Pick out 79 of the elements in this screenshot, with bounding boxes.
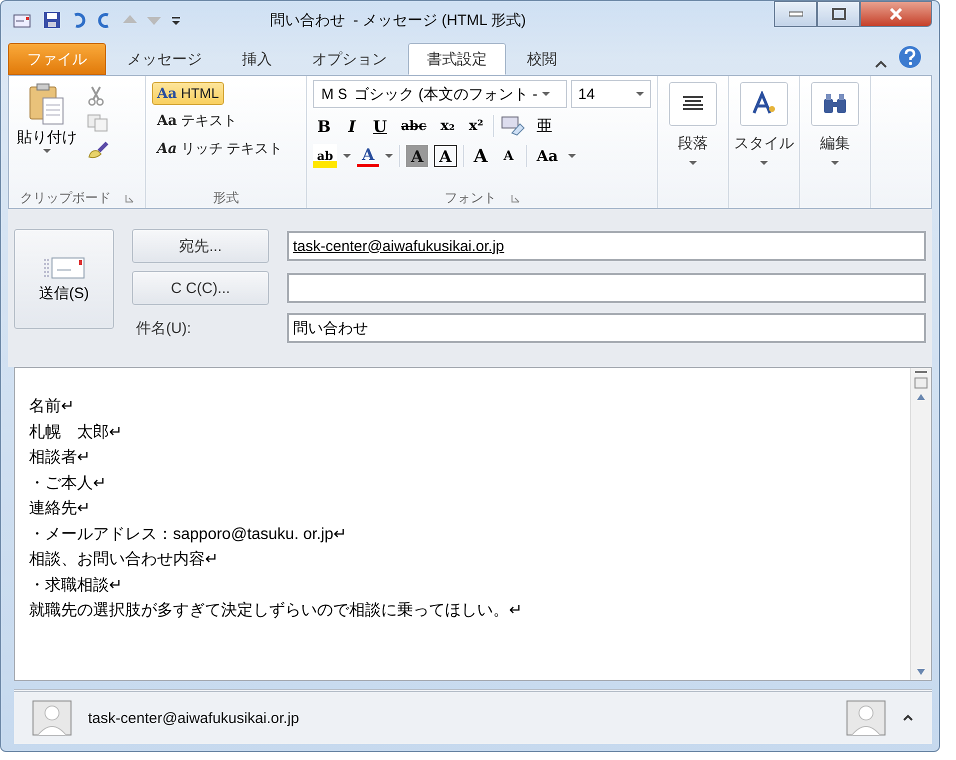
caret-icon[interactable] bbox=[343, 154, 352, 158]
dialog-launcher-icon[interactable] bbox=[125, 194, 134, 202]
group-label: フォント bbox=[444, 189, 496, 207]
body-line: 相談、お問い合わせ内容↵ bbox=[29, 550, 220, 570]
help-icon[interactable] bbox=[898, 45, 922, 69]
contact-address: task-center@aiwafukusikai.or.jp bbox=[88, 710, 300, 726]
format-option[interactable]: Aa リッチ テキスト bbox=[152, 137, 288, 161]
ribbon-button[interactable]: スタイル bbox=[729, 76, 799, 171]
caret-icon bbox=[43, 149, 51, 153]
ribbon-tab[interactable]: 挿入 bbox=[223, 43, 291, 75]
caret-icon bbox=[636, 92, 644, 96]
caret-icon bbox=[542, 92, 550, 96]
caret-icon bbox=[831, 161, 839, 165]
maximize-icon bbox=[832, 8, 846, 20]
font-button[interactable]: abc bbox=[397, 114, 430, 138]
minimize-button[interactable] bbox=[774, 1, 817, 27]
collapse-ribbon-icon[interactable] bbox=[874, 59, 888, 69]
ribbon-tab[interactable]: 書式設定 bbox=[408, 43, 506, 75]
format-option[interactable]: Aa HTML bbox=[152, 82, 224, 105]
brush-icon[interactable] bbox=[87, 140, 109, 160]
scrollbar[interactable] bbox=[910, 368, 931, 680]
align-lines-icon bbox=[681, 96, 705, 112]
body-line: ・求職相談↵ bbox=[29, 576, 124, 596]
subject-field[interactable]: 問い合わせ bbox=[287, 313, 926, 343]
body-line: 札幌 太郎↵ bbox=[29, 422, 124, 442]
subject-label: 件名(U): bbox=[135, 318, 192, 338]
clear-formatting-icon[interactable] bbox=[500, 115, 526, 137]
minimize-icon bbox=[788, 11, 802, 17]
font-size-field[interactable]: 14 bbox=[571, 80, 651, 108]
body-line: 名前↵ bbox=[29, 397, 76, 417]
avatar-icon bbox=[846, 700, 886, 736]
cc-field[interactable] bbox=[287, 273, 926, 303]
close-button[interactable] bbox=[860, 1, 932, 27]
body-line: 就職先の選択肢が多すぎて決定しずらいので相談に乗ってほしい。↵ bbox=[29, 600, 524, 621]
font-button[interactable]: x² bbox=[464, 114, 488, 138]
body-line: ・メールアドレス：sapporo@tasuku. or.jp↵ bbox=[29, 524, 348, 544]
body-line: 連絡先↵ bbox=[29, 498, 92, 519]
caret-icon[interactable] bbox=[568, 154, 576, 158]
expand-icon[interactable] bbox=[902, 713, 914, 723]
font-button[interactable]: A bbox=[357, 145, 380, 167]
font-button[interactable]: ab bbox=[313, 144, 338, 168]
window-title: 問い合わせ - メッセージ (HTML 形式) bbox=[268, 10, 528, 30]
group-label: 形式 bbox=[213, 189, 239, 207]
cc-button[interactable]: C C(C)... bbox=[132, 271, 269, 305]
ribbon-tab[interactable]: 校閲 bbox=[508, 43, 576, 75]
save-icon[interactable] bbox=[42, 10, 62, 30]
font-button[interactable]: x₂ bbox=[436, 114, 459, 138]
font-button[interactable]: Aa bbox=[532, 144, 562, 168]
dialog-launcher-icon[interactable] bbox=[510, 194, 520, 202]
caret-icon[interactable] bbox=[385, 154, 394, 158]
font-button[interactable]: U bbox=[369, 114, 391, 138]
body-line: ・ご本人↵ bbox=[29, 474, 108, 494]
binoculars-icon bbox=[822, 93, 848, 115]
paste-button[interactable]: 貼り付け bbox=[13, 80, 81, 184]
ribbon-button[interactable]: 編集 bbox=[800, 76, 870, 171]
caret-icon bbox=[760, 161, 768, 165]
envelope-icon bbox=[43, 256, 85, 280]
font-button[interactable]: A bbox=[498, 144, 520, 168]
ribbon-tab[interactable]: メッセージ bbox=[108, 43, 221, 75]
font-name-field[interactable]: ＭＳ ゴシック (本文のフォント - bbox=[313, 80, 568, 108]
font-button[interactable]: A bbox=[434, 145, 457, 167]
group-label: クリップボード bbox=[20, 189, 111, 207]
maximize-button[interactable] bbox=[817, 1, 860, 27]
ribbon-tab[interactable]: オプション bbox=[293, 43, 406, 75]
font-button[interactable]: B bbox=[313, 114, 335, 138]
scissors-icon[interactable] bbox=[87, 86, 105, 106]
to-field[interactable]: task-center@aiwafukusikai.or.jp bbox=[287, 231, 926, 261]
avatar-icon bbox=[32, 700, 72, 736]
to-button[interactable]: 宛先... bbox=[132, 229, 269, 263]
caret-icon bbox=[689, 161, 697, 165]
send-button[interactable]: 送信(S) bbox=[14, 229, 114, 329]
font-button[interactable]: A bbox=[406, 145, 428, 167]
ribbon-button[interactable]: 段落 bbox=[658, 76, 728, 171]
close-icon bbox=[889, 8, 903, 20]
format-option[interactable]: Aa テキスト bbox=[152, 109, 242, 133]
phonetic-guide-button[interactable]: 亜 bbox=[532, 114, 556, 138]
body-line: 相談者↵ bbox=[29, 448, 92, 468]
font-button[interactable]: A bbox=[470, 144, 492, 168]
font-button[interactable]: I bbox=[341, 114, 363, 138]
